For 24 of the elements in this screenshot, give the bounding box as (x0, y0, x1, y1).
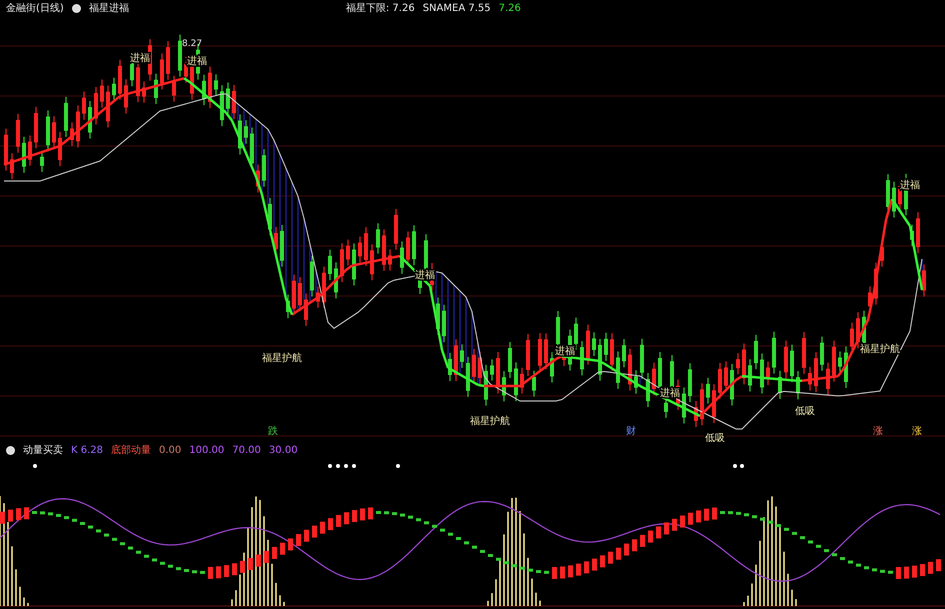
indicator-reading: K 6.28 (71, 444, 104, 456)
indicator-reading: 100.00 (189, 444, 224, 456)
indicator-reading: SNAMEA 7.55 (422, 2, 491, 14)
signal-marker: 跌 (268, 426, 278, 437)
indicator-reading: 0.00 (159, 444, 182, 456)
indicator-name: 动量买卖 (23, 444, 63, 457)
signal-label: 进福 (900, 180, 920, 191)
indicator-reading: 30.00 (268, 444, 298, 456)
signal-label: 福星护航 (262, 353, 302, 364)
signal-label: 低吸 (705, 433, 725, 442)
signal-label: 低吸 (795, 406, 815, 417)
signal-label: 福星护航 (470, 416, 510, 427)
signal-label: 进福 (415, 270, 435, 281)
signal-marker: 财 (626, 426, 636, 437)
indicator-reading: 7.26 (498, 2, 521, 14)
signal-marker: 涨 (873, 426, 883, 437)
indicator-name: 福星进福 (88, 2, 129, 15)
indicator-reading: 底部动量 (111, 444, 152, 457)
chart-title: 金融街(日线) (6, 2, 64, 15)
peak-price-label: 8.27 (182, 39, 202, 49)
indicator-reading: 福星下限: 7.26 (346, 2, 415, 15)
indicator-reading: 70.00 (232, 444, 261, 456)
signal-marker: 涨 (912, 426, 922, 437)
signal-label: 福星护航 (860, 344, 900, 355)
